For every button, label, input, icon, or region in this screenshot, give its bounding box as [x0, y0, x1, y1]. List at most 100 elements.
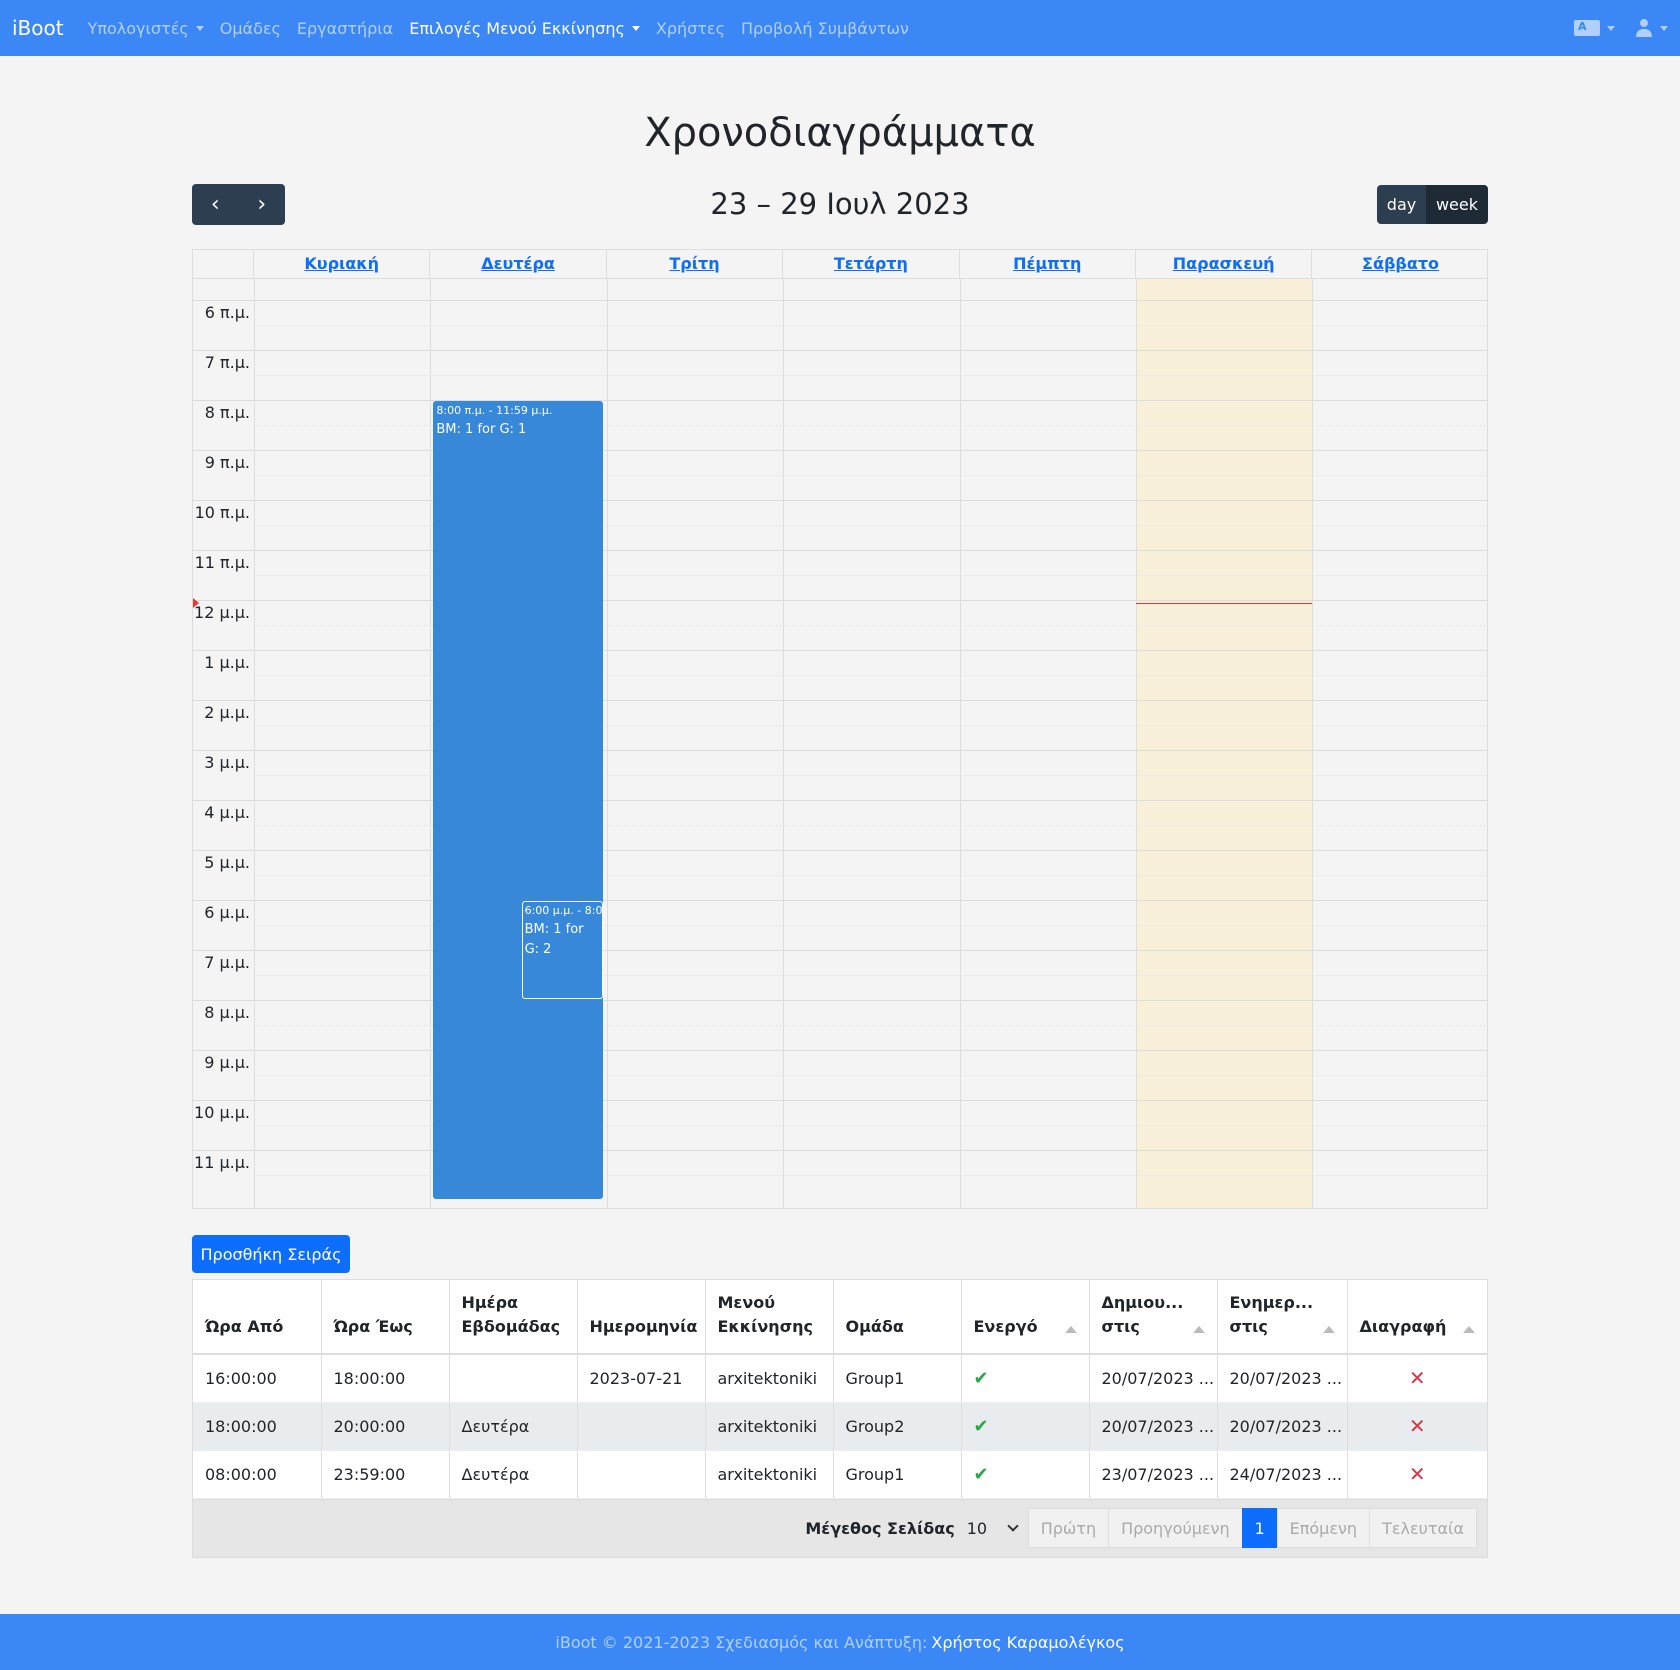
day-header-saturday[interactable]: Σάββατο: [1312, 250, 1487, 278]
day-column-line: [254, 279, 255, 1208]
day-header-wednesday[interactable]: Τετάρτη: [783, 250, 960, 278]
half-hour-line: [254, 375, 1487, 376]
add-row-button[interactable]: Προσθήκη Σειράς: [192, 1235, 350, 1273]
cell-time-from[interactable]: 16:00:00: [193, 1354, 322, 1403]
cell-weekday[interactable]: Δευτέρα: [449, 1450, 578, 1499]
cell-date[interactable]: [577, 1450, 706, 1499]
day-column-line: [959, 279, 961, 1208]
header-date: Ημερομηνία: [577, 1280, 706, 1355]
cell-time-to[interactable]: 23:59:00: [321, 1450, 450, 1499]
cell-group[interactable]: Group2: [833, 1402, 962, 1451]
last-page-button[interactable]: Τελευταία: [1369, 1508, 1477, 1548]
calendar-event[interactable]: 8:00 π.μ. - 11:59 μ.μ. BM: 1 for G: 1: [433, 401, 603, 1199]
first-page-button[interactable]: Πρώτη: [1027, 1508, 1110, 1548]
day-header-thursday[interactable]: Πέμπτη: [960, 250, 1136, 278]
today-column-highlight: [1136, 279, 1313, 1208]
day-view-button[interactable]: day: [1377, 185, 1426, 224]
pagination-bar: Μέγεθος Σελίδας 10 Πρώτη Προηγούμενη 1 Ε…: [193, 1498, 1487, 1557]
cell-time-to[interactable]: 20:00:00: [321, 1402, 450, 1451]
nav-computers[interactable]: Υπολογιστές: [88, 19, 204, 38]
header-active[interactable]: Ενεργό: [961, 1280, 1090, 1355]
page-size-select[interactable]: 10: [962, 1511, 1021, 1545]
time-slot-label: 9 μ.μ.: [204, 1053, 250, 1072]
cell-time-to[interactable]: 18:00:00: [321, 1354, 450, 1403]
chevron-down-icon: [631, 25, 640, 31]
calendar-event[interactable]: 6:00 μ.μ. - 8:00 BM: 1 for G: 2: [521, 901, 603, 999]
chevron-down-icon: [1607, 25, 1615, 31]
cell-boot-menu[interactable]: arxitektoniki: [705, 1402, 834, 1451]
day-header-tuesday[interactable]: Τρίτη: [607, 250, 784, 278]
current-page-button[interactable]: 1: [1241, 1508, 1278, 1548]
cell-time-from[interactable]: 08:00:00: [193, 1450, 322, 1499]
now-indicator-line: [1136, 602, 1312, 604]
sort-icon[interactable]: [1322, 1326, 1335, 1333]
time-slot-label: 10 π.μ.: [194, 503, 250, 522]
cell-group[interactable]: Group1: [833, 1450, 962, 1499]
hour-line: [193, 400, 1487, 401]
cell-boot-menu[interactable]: arxitektoniki: [705, 1354, 834, 1403]
cell-time-from[interactable]: 18:00:00: [193, 1402, 322, 1451]
nav-users[interactable]: Χρήστες: [656, 19, 725, 38]
check-icon: ✔: [973, 1415, 989, 1437]
cell-weekday[interactable]: Δευτέρα: [449, 1402, 578, 1451]
table-row[interactable]: 08:00:00 23:59:00 Δευτέρα arxitektoniki …: [193, 1450, 1487, 1499]
sort-icon[interactable]: [1463, 1326, 1475, 1333]
table-row[interactable]: 18:00:00 20:00:00 Δευτέρα arxitektoniki …: [193, 1402, 1487, 1451]
delete-icon[interactable]: ✕: [1360, 1366, 1476, 1390]
cell-weekday[interactable]: [449, 1354, 578, 1403]
header-created-at[interactable]: Δημιου... στις: [1089, 1280, 1218, 1355]
day-column-line: [783, 279, 785, 1208]
hour-line: [193, 600, 1487, 601]
time-slot-label: 1 μ.μ.: [204, 653, 250, 672]
hour-line: [193, 800, 1487, 801]
delete-icon[interactable]: ✕: [1360, 1462, 1476, 1486]
sort-icon[interactable]: [1064, 1326, 1077, 1333]
cell-date[interactable]: [577, 1402, 706, 1451]
hour-line: [193, 1150, 1487, 1151]
day-column-line: [1136, 279, 1137, 1208]
hour-line: [193, 1100, 1487, 1101]
nav-labs[interactable]: Εργαστήρια: [297, 19, 393, 38]
hour-line: [193, 950, 1487, 951]
delete-icon[interactable]: ✕: [1360, 1414, 1476, 1438]
language-dropdown[interactable]: [1574, 20, 1615, 36]
cell-date[interactable]: 2023-07-21: [577, 1354, 706, 1403]
nav-events[interactable]: Προβολή Συμβάντων: [741, 19, 909, 38]
page-title: Χρονοδιαγράμματα: [644, 110, 1036, 156]
user-dropdown[interactable]: [1635, 19, 1668, 37]
header-updated-at[interactable]: Ενημερ... στις: [1217, 1280, 1348, 1355]
day-header-sunday[interactable]: Κυριακή: [254, 250, 431, 278]
chevron-down-icon: [1660, 25, 1668, 31]
event-time: 8:00 π.μ. - 11:59 μ.μ.: [436, 404, 553, 417]
footer-text: iBoot © 2021-2023 Σχεδιασμός και Ανάπτυξ…: [555, 1632, 928, 1652]
header-delete[interactable]: Διαγραφή: [1347, 1280, 1487, 1355]
cell-active[interactable]: ✔: [961, 1354, 1090, 1403]
cell-group[interactable]: Group1: [833, 1354, 962, 1403]
cell-boot-menu[interactable]: arxitektoniki: [705, 1450, 834, 1499]
time-slot-label: 6 μ.μ.: [204, 903, 250, 922]
hour-line: [193, 500, 1487, 501]
hour-line: [193, 550, 1487, 551]
cell-created-at: 20/07/2023 ...: [1089, 1354, 1218, 1403]
event-title: BM: 1 for G: 1: [436, 422, 527, 437]
time-slot-label: 7 π.μ.: [204, 353, 250, 372]
check-icon: ✔: [973, 1463, 989, 1485]
user-icon: [1635, 19, 1653, 37]
cell-active[interactable]: ✔: [961, 1402, 1090, 1451]
table-row[interactable]: 16:00:00 18:00:00 2023-07-21 arxitektoni…: [193, 1354, 1487, 1403]
time-slot-label: 8 μ.μ.: [204, 1003, 250, 1022]
nav-groups[interactable]: Ομάδες: [220, 19, 281, 38]
footer-author-link[interactable]: Χρήστος Καραμολέγκος: [931, 1633, 1124, 1652]
brand-logo[interactable]: iBoot: [12, 16, 64, 40]
sort-icon[interactable]: [1192, 1326, 1205, 1333]
next-page-button[interactable]: Επόμενη: [1276, 1508, 1371, 1548]
cell-created-at: 20/07/2023 ...: [1089, 1402, 1218, 1451]
day-header-friday[interactable]: Παρασκευή: [1136, 250, 1313, 278]
schedules-table: Ώρα Από Ώρα Έως Ημέρα Εβδομάδας Ημερομην…: [192, 1279, 1488, 1558]
prev-page-button[interactable]: Προηγούμενη: [1108, 1508, 1243, 1548]
cell-active[interactable]: ✔: [961, 1450, 1090, 1499]
day-header-monday[interactable]: Δευτέρα: [430, 250, 607, 278]
nav-boot-menu-options[interactable]: Επιλογές Μενού Εκκίνησης: [409, 19, 640, 38]
calendar-time-grid[interactable]: 6 π.μ. 7 π.μ. 8 π.μ. 9 π.μ. 10 π.μ. 11 π.μ. 12…: [193, 279, 1487, 1208]
week-view-button[interactable]: week: [1426, 185, 1488, 224]
